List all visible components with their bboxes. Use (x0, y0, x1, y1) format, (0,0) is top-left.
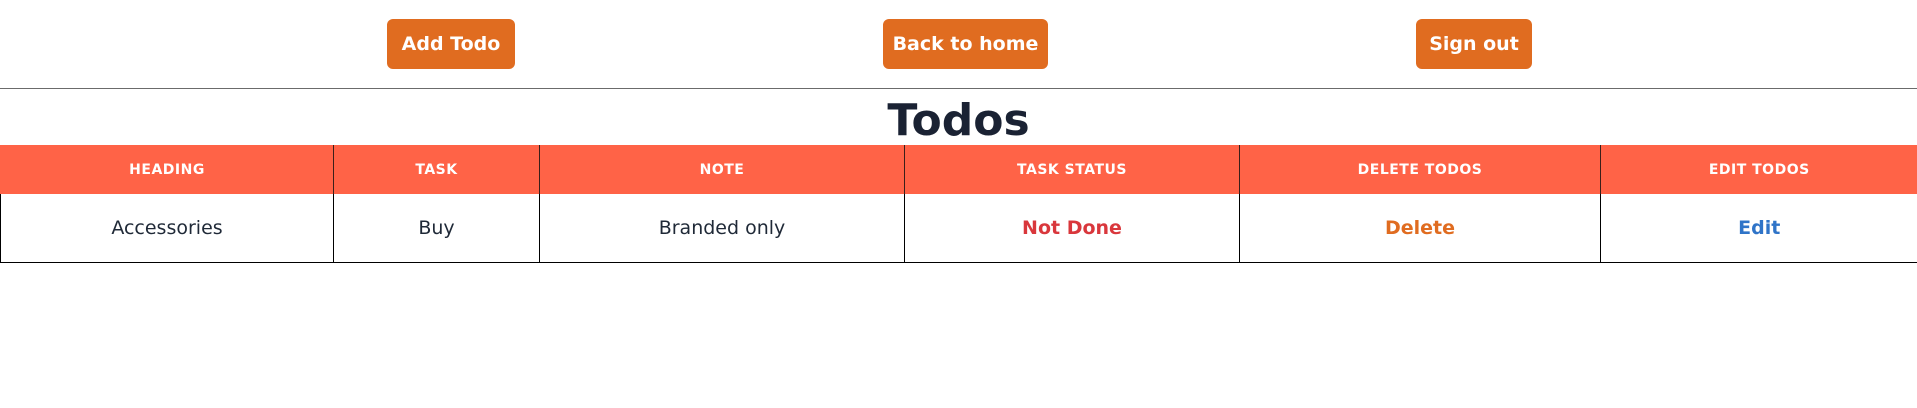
top-nav-bar: Add Todo Back to home Sign out (0, 0, 1917, 89)
cell-delete: Delete (1239, 194, 1601, 263)
column-header-note: NOTE (539, 145, 905, 194)
table-header-row: HEADING TASK NOTE TASK STATUS DELETE TOD… (0, 145, 1917, 194)
page-title: Todos (887, 95, 1030, 146)
cell-task: Buy (333, 194, 540, 263)
edit-todo-link[interactable]: Edit (1738, 217, 1780, 239)
cell-heading: Accessories (0, 194, 334, 263)
column-header-task-status: TASK STATUS (904, 145, 1240, 194)
task-status-badge: Not Done (1022, 216, 1122, 239)
column-header-edit-todos: EDIT TODOS (1600, 145, 1917, 194)
cell-note: Branded only (539, 194, 905, 263)
column-header-delete-todos: DELETE TODOS (1239, 145, 1601, 194)
cell-edit: Edit (1600, 194, 1917, 263)
add-todo-button[interactable]: Add Todo (387, 19, 515, 69)
sign-out-button[interactable]: Sign out (1416, 19, 1532, 69)
cell-task-status: Not Done (904, 194, 1240, 263)
delete-todo-link[interactable]: Delete (1385, 217, 1455, 239)
table-row: Accessories Buy Branded only Not Done De… (0, 194, 1917, 263)
column-header-heading: HEADING (0, 145, 334, 194)
back-to-home-button[interactable]: Back to home (883, 19, 1048, 69)
column-header-task: TASK (333, 145, 540, 194)
todos-table: HEADING TASK NOTE TASK STATUS DELETE TOD… (0, 145, 1917, 263)
